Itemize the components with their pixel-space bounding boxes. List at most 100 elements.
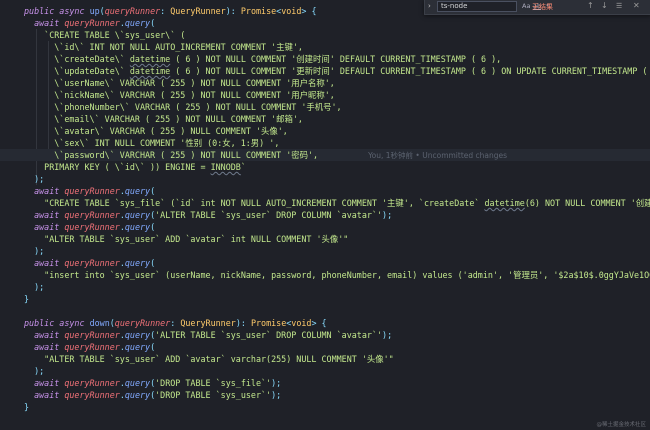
code-line[interactable]: \`createDate\` datetime ( 6 ) NOT NULL C… (0, 53, 650, 65)
code-line[interactable]: } (0, 401, 650, 413)
code-token: ); (271, 390, 282, 400)
code-token: ( 6 ) NOT NULL COMMENT '更新时间' DEFAULT CU… (170, 66, 650, 76)
code-token: query (124, 222, 151, 232)
code-token: 'DROP TABLE `sys_user`' (155, 390, 272, 400)
code-token: Promise (250, 318, 287, 328)
code-token: ( (150, 18, 156, 28)
code-token: async (59, 318, 90, 328)
code-token: public (24, 318, 60, 328)
code-token: query (124, 210, 151, 220)
code-token: query (124, 330, 151, 340)
selection-icon[interactable]: ☰ (616, 2, 622, 10)
code-token: public (24, 6, 60, 16)
code-line[interactable]: \`sex\` INT NULL COMMENT '性别 (0:女, 1:男) … (0, 137, 650, 149)
code-line[interactable]: await queryRunner.query('ALTER TABLE `sy… (0, 329, 650, 341)
code-token: 'DROP TABLE `sys_file`' (155, 378, 272, 388)
code-token: queryRunner (64, 342, 120, 352)
code-token: await (24, 330, 65, 340)
code-line[interactable]: await queryRunner.query( (0, 185, 650, 197)
find-input[interactable]: ts-node (437, 1, 517, 12)
code-token: await (24, 378, 65, 388)
match-case-toggle[interactable]: Aa (522, 2, 530, 10)
code-line[interactable]: \`avatar\` VARCHAR ( 255 ) NULL COMMENT … (0, 125, 650, 137)
code-token: ); (382, 210, 393, 220)
close-icon[interactable]: ✕ (633, 1, 640, 10)
code-token: datetime (129, 54, 171, 64)
code-token: ); (24, 174, 45, 184)
code-token: ( (150, 342, 156, 352)
code-line[interactable]: `CREATE TABLE \`sys_user\` ( (0, 29, 650, 41)
code-token: > { (301, 6, 317, 16)
code-token: ` (240, 162, 246, 172)
code-line[interactable] (0, 305, 650, 317)
code-token: ): (225, 6, 241, 16)
code-token: \`id\` INT NOT NULL AUTO_INCREMENT COMME… (24, 42, 303, 52)
code-line[interactable]: await queryRunner.query( (0, 341, 650, 353)
arrow-up-icon[interactable]: ↑ (587, 1, 594, 10)
code-line[interactable]: \`password\` VARCHAR ( 255 ) NOT NULL CO… (0, 149, 650, 161)
code-line[interactable]: "ALTER TABLE `sys_user` ADD `avatar` var… (0, 353, 650, 365)
code-token: queryRunner (64, 258, 120, 268)
code-token: ); (24, 282, 45, 292)
code-token: \`userName\` VARCHAR ( 255 ) NOT NULL CO… (24, 78, 335, 88)
code-line[interactable]: await queryRunner.query('ALTER TABLE `sy… (0, 209, 650, 221)
code-line[interactable]: "insert into `sys_user` (userName, nickN… (0, 269, 650, 281)
code-line[interactable]: await queryRunner.query( (0, 17, 650, 29)
code-line[interactable]: \`nickName\` VARCHAR ( 255 ) NOT NULL CO… (0, 89, 650, 101)
code-line[interactable]: await queryRunner.query('DROP TABLE `sys… (0, 389, 650, 401)
code-token: queryRunner (64, 378, 120, 388)
code-token: 'ALTER TABLE `sys_user` DROP COLUMN `ava… (155, 210, 383, 220)
code-line[interactable]: } (0, 293, 650, 305)
code-token: query (124, 258, 151, 268)
code-token: query (124, 390, 151, 400)
code-line[interactable]: ); (0, 281, 650, 293)
code-token: queryRunner (64, 330, 120, 340)
code-line[interactable]: \`id\` INT NOT NULL AUTO_INCREMENT COMME… (0, 41, 650, 53)
code-line[interactable]: \`phoneNumber\` VARCHAR ( 255 ) NOT NULL… (0, 101, 650, 113)
code-token: query (124, 378, 151, 388)
code-line[interactable]: await queryRunner.query( (0, 257, 650, 269)
code-token: \`password\` VARCHAR ( 255 ) NOT NULL CO… (24, 150, 319, 160)
code-token: Promise (240, 6, 277, 16)
code-token: : (160, 6, 171, 16)
code-token: await (24, 210, 65, 220)
code-line[interactable]: \`userName\` VARCHAR ( 255 ) NOT NULL CO… (0, 77, 650, 89)
code-line[interactable]: await queryRunner.query('DROP TABLE `sys… (0, 377, 650, 389)
code-editor[interactable]: public async up (queryRunner: QueryRunner… (0, 0, 650, 430)
code-token: ); (24, 366, 45, 376)
code-token: "insert into `sys_user` (userName, nickN… (24, 270, 650, 280)
code-line[interactable]: PRIMARY KEY ( \`id\` )) ENGINE = INNODB` (0, 161, 650, 173)
git-blame-annotation: You, 1秒钟前 • Uncommitted changes (368, 151, 508, 160)
code-line[interactable]: ); (0, 245, 650, 257)
code-token: void (281, 6, 302, 16)
chevron-right-icon[interactable]: › (428, 2, 431, 10)
code-token: \`sex\` INT NULL COMMENT '性别 (0:女, 1:男) … (24, 138, 280, 148)
code-line[interactable]: "CREATE TABLE `sys_file` (`id` int NOT N… (0, 197, 650, 209)
code-token: queryRunner (64, 222, 120, 232)
watermark: @稀土掘金技术社区 (596, 422, 646, 428)
code-token: (6) NOT NULL COMMENT '创建时间 (524, 198, 650, 208)
code-token: \`avatar\` VARCHAR ( 255 ) NULL COMMENT … (24, 126, 288, 136)
code-token: queryRunner (104, 6, 161, 16)
code-line[interactable]: \`email\` VARCHAR ( 255 ) NOT NULL COMME… (0, 113, 650, 125)
code-token: 'ALTER TABLE `sys_user` DROP COLUMN `ava… (155, 330, 383, 340)
code-token: await (24, 258, 65, 268)
code-line[interactable]: public async down(queryRunner: QueryRunn… (0, 317, 650, 329)
code-token: await (24, 342, 65, 352)
code-line[interactable]: "ALTER TABLE `sys_user` ADD `avatar` int… (0, 233, 650, 245)
code-token: \`updateDate\` (24, 66, 130, 76)
code-token: queryRunner (64, 186, 120, 196)
code-line[interactable]: ); (0, 173, 650, 185)
code-token: queryRunner (64, 390, 120, 400)
code-token: async (59, 6, 90, 16)
code-token: queryRunner (64, 210, 120, 220)
find-widget: › ts-node Aa ab .* 无结果 ↑ ↓ ☰ ✕ (424, 0, 650, 15)
code-token: query (124, 186, 151, 196)
code-line[interactable]: await queryRunner.query( (0, 221, 650, 233)
code-token: ); (382, 330, 393, 340)
code-token: ); (24, 246, 45, 256)
arrow-down-icon[interactable]: ↓ (601, 1, 608, 10)
code-line[interactable]: \`updateDate\` datetime ( 6 ) NOT NULL C… (0, 65, 650, 77)
code-line[interactable]: ); (0, 365, 650, 377)
code-token: PRIMARY KEY ( \`id\` )) ENGINE = (24, 162, 211, 172)
